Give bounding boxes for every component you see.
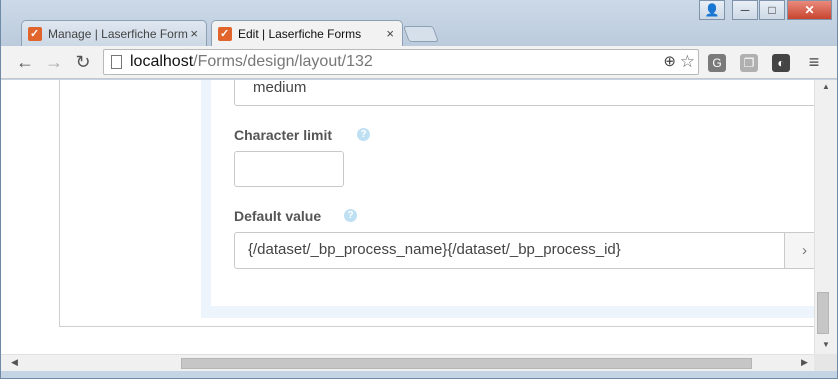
forward-button[interactable]: → <box>43 51 65 73</box>
new-tab-button[interactable] <box>403 26 439 42</box>
window-border <box>1 371 837 378</box>
default-value-label: Default value <box>234 208 322 224</box>
help-icon[interactable]: ? <box>344 209 357 222</box>
scrollbar-corner <box>814 354 837 371</box>
horizontal-scroll-thumb[interactable] <box>181 358 752 369</box>
horizontal-scrollbar[interactable]: ◀ ▶ <box>1 354 814 371</box>
zoom-icon[interactable]: ⊕ <box>663 50 676 74</box>
close-tab-icon[interactable]: × <box>386 21 394 47</box>
address-bar[interactable]: localhost/Forms/design/layout/132 ⊕ ☆ <box>103 49 699 75</box>
bookmark-star-icon[interactable]: ☆ <box>680 50 695 74</box>
browser-toolbar: ← → ↻ localhost/Forms/design/layout/132 … <box>1 46 837 79</box>
character-limit-input[interactable] <box>234 151 344 187</box>
g-extension-icon[interactable]: G <box>708 54 726 72</box>
laserfiche-check-icon <box>28 21 42 47</box>
character-limit-label: Character limit <box>234 127 333 143</box>
close-window-button[interactable]: ✕ <box>787 0 832 20</box>
reload-button[interactable]: ↻ <box>72 51 94 73</box>
divider <box>59 326 814 327</box>
scroll-left-arrow[interactable]: ◀ <box>11 357 18 368</box>
maximize-button[interactable]: □ <box>759 0 785 20</box>
tab-title: Manage | Laserfiche Forms <box>48 27 188 41</box>
scroll-right-arrow[interactable]: ▶ <box>801 357 808 368</box>
vertical-scrollbar[interactable]: ▲ ▼ <box>814 80 837 354</box>
menu-icon[interactable]: ≡ <box>803 51 825 73</box>
url-path: /Forms/design/layout/132 <box>193 53 373 70</box>
field-properties-body: medium Character limit ? Default value ?… <box>211 80 814 306</box>
dark-extension-icon[interactable]: ◐ <box>772 54 790 72</box>
scroll-down-arrow[interactable]: ▼ <box>822 340 830 349</box>
profile-icon[interactable]: 👤 <box>699 0 725 20</box>
close-tab-icon[interactable]: × <box>190 21 198 47</box>
url-host: localhost <box>130 53 194 70</box>
page-viewport: medium Character limit ? Default value ?… <box>1 80 814 354</box>
field-size-select[interactable]: medium <box>234 80 814 106</box>
copy-extension-icon[interactable]: ❐ <box>740 54 758 72</box>
field-properties-panel: medium Character limit ? Default value ?… <box>201 80 814 318</box>
page-icon <box>111 55 122 69</box>
minimize-button[interactable]: ─ <box>732 0 758 20</box>
default-value-input[interactable]: {/dataset/_bp_process_name}{/dataset/_bp… <box>234 232 785 269</box>
tab-title: Edit | Laserfiche Forms <box>238 27 362 41</box>
divider <box>59 80 60 326</box>
back-button[interactable]: ← <box>14 51 36 73</box>
help-icon[interactable]: ? <box>357 128 370 141</box>
laserfiche-check-icon <box>218 21 232 47</box>
tab-strip: Manage | Laserfiche Forms × Edit | Laser… <box>1 0 837 47</box>
tab-edit[interactable]: Edit | Laserfiche Forms × <box>211 20 403 47</box>
tab-manage[interactable]: Manage | Laserfiche Forms × <box>21 20 207 47</box>
scroll-up-arrow[interactable]: ▲ <box>822 82 830 91</box>
url-text: localhost/Forms/design/layout/132 <box>130 50 373 74</box>
variable-picker-button[interactable]: › <box>785 232 814 269</box>
vertical-scroll-thumb[interactable] <box>817 292 829 334</box>
